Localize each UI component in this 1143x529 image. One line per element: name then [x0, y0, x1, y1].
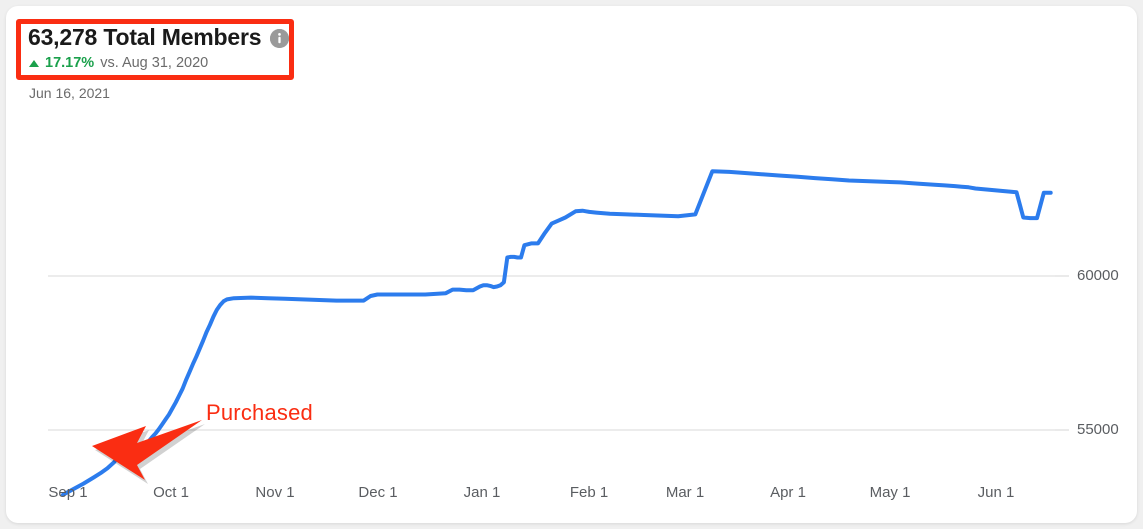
info-icon[interactable]	[270, 29, 290, 48]
page-title: 63,278 Total Members	[28, 24, 262, 50]
kpi-header-row: 63,278 Total Members	[28, 24, 290, 50]
as-of-date: Jun 16, 2021	[29, 85, 110, 101]
line-chart-svg	[48, 169, 1069, 497]
kpi-delta-row: 17.17% vs. Aug 31, 2020	[29, 56, 208, 71]
info-icon-glyph	[270, 29, 290, 48]
metric-card: Sep 1 Oct 1 Nov 1 Dec 1 Jan 1 Feb 1 Mar …	[6, 6, 1137, 523]
triangle-up-icon	[29, 59, 39, 67]
screenshot-root: Sep 1 Oct 1 Nov 1 Dec 1 Jan 1 Feb 1 Mar …	[0, 0, 1143, 529]
y-tick-marks	[1055, 275, 1069, 431]
data-series-line	[61, 169, 1053, 497]
delta-percent: 17.17%	[45, 55, 95, 71]
purchased-annotation-label: Purchased	[206, 400, 313, 425]
chart-plot-area	[6, 6, 1137, 523]
delta-comparison: vs. Aug 31, 2020	[100, 55, 209, 71]
